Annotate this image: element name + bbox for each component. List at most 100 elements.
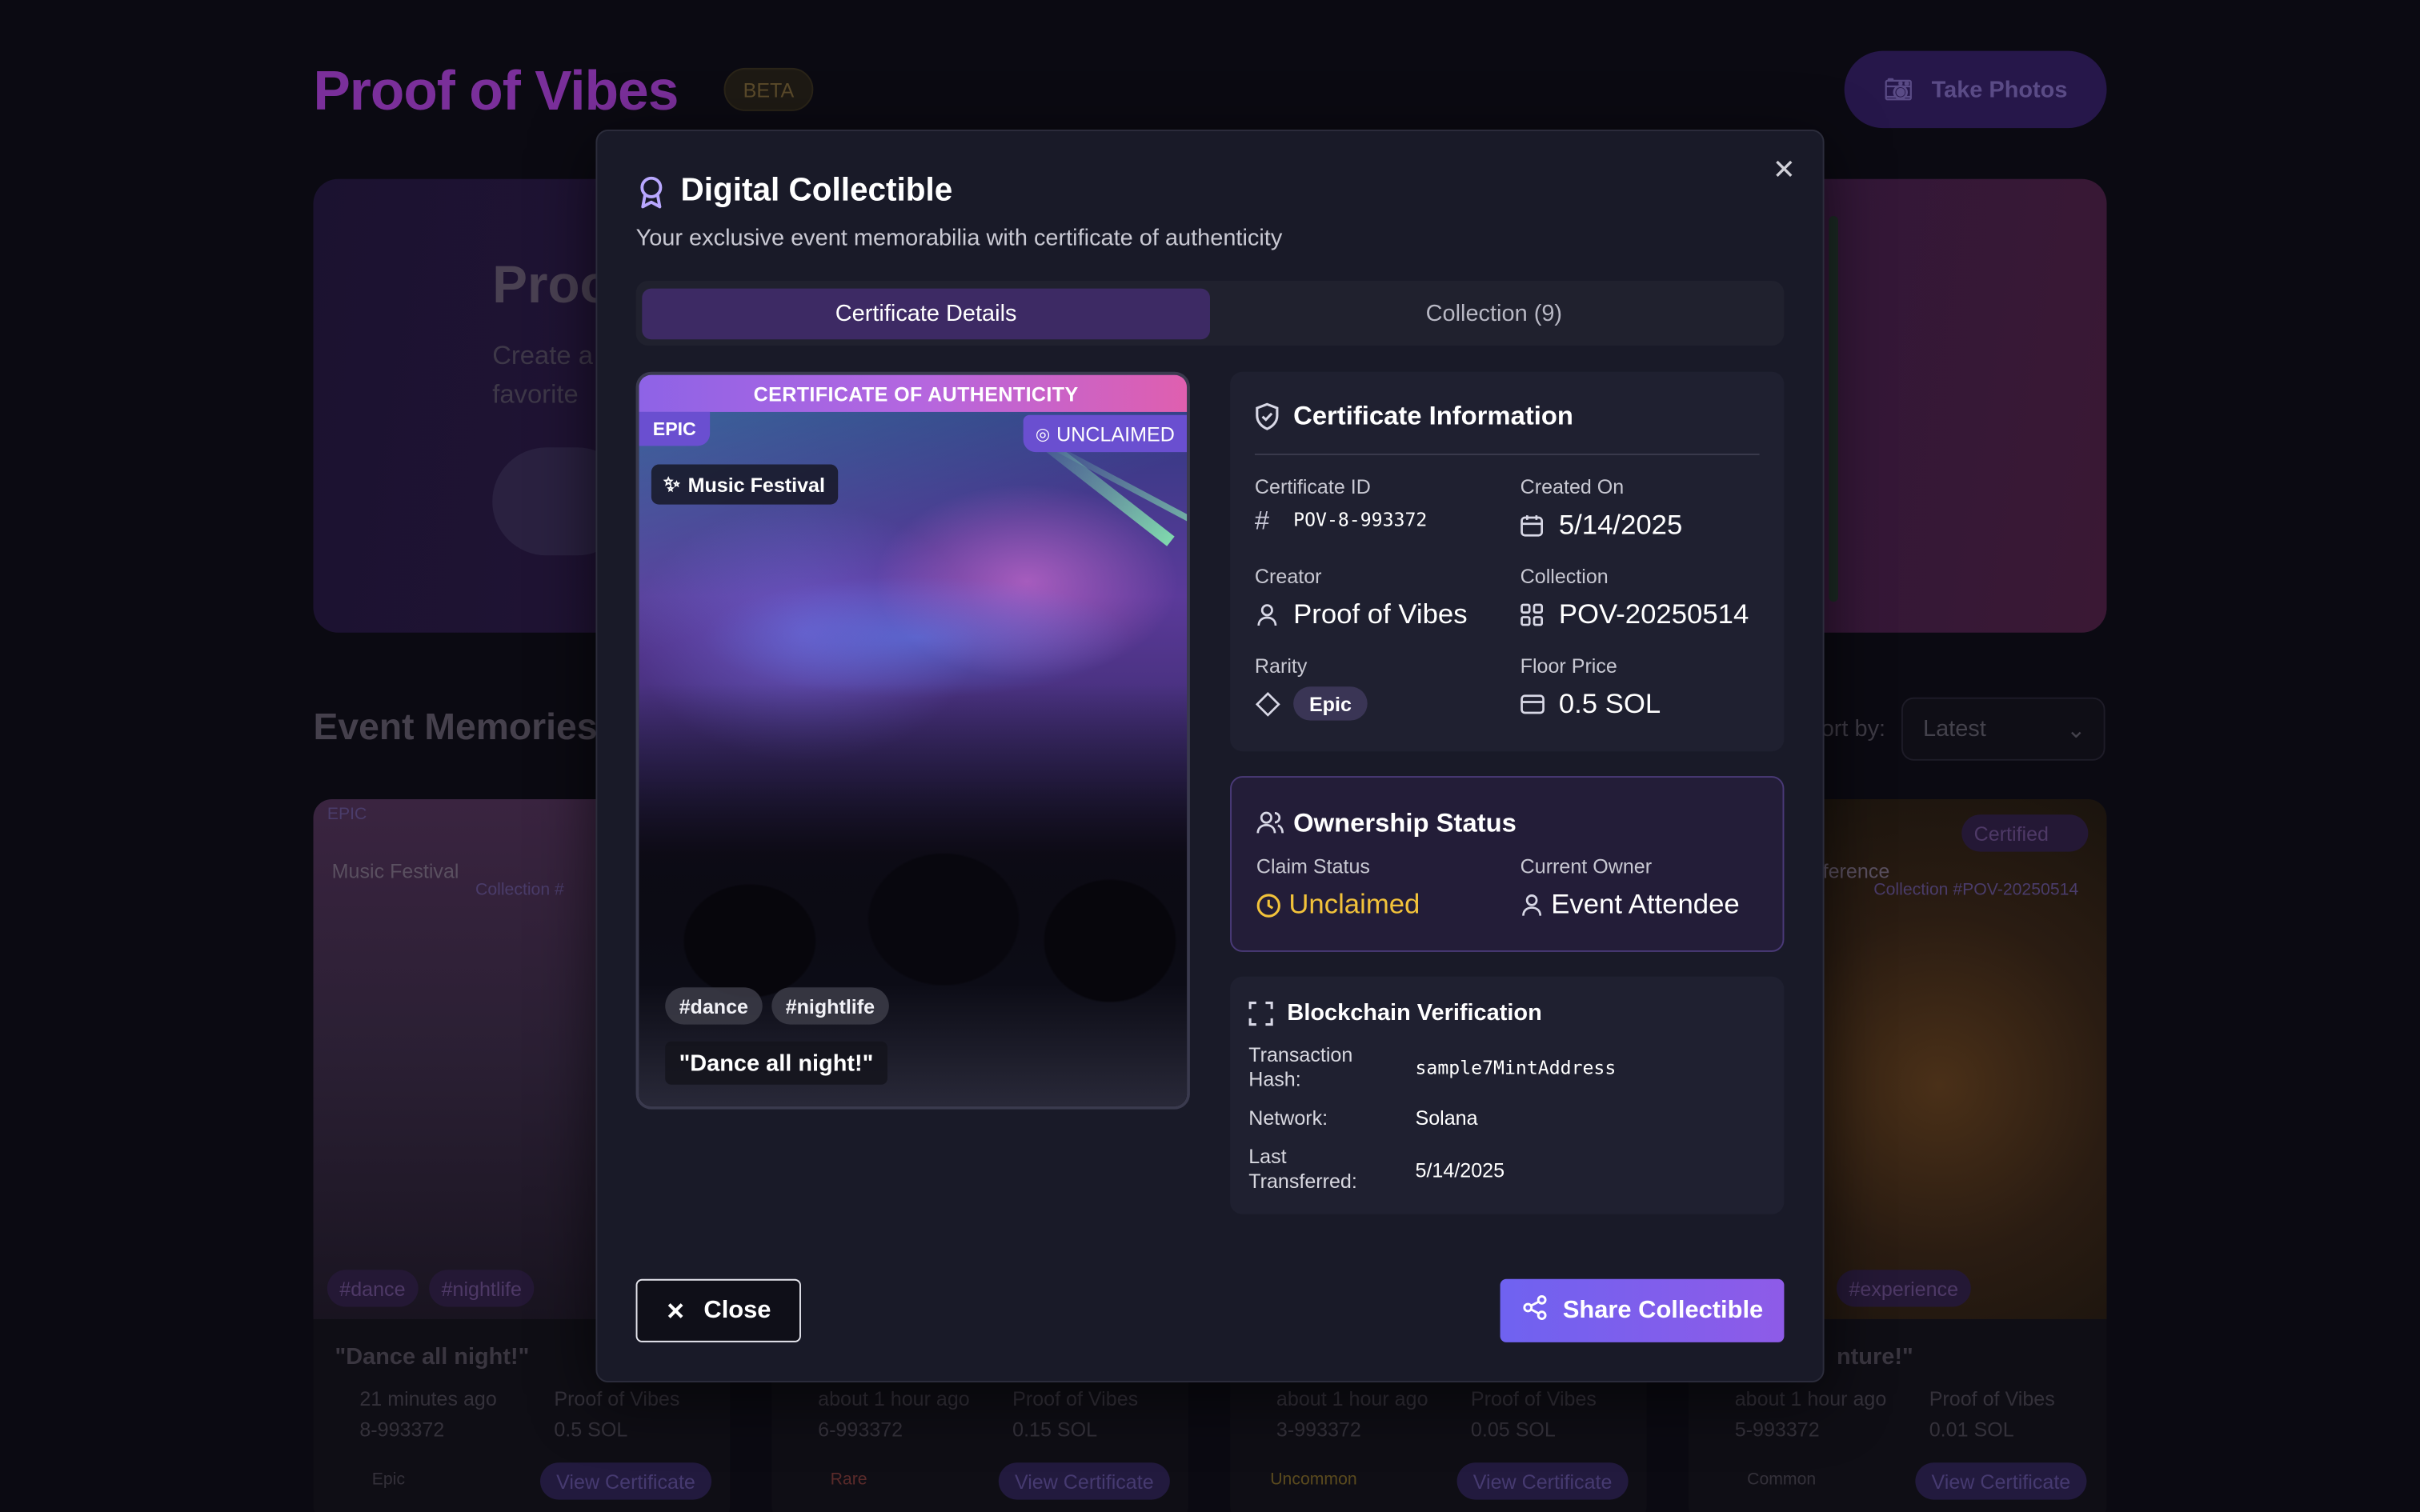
rarity-badge: EPIC (639, 411, 711, 446)
card-time: about 1 hour ago (1734, 1386, 1887, 1410)
modal-title: Digital Collectible (680, 172, 953, 209)
close-label: Close (703, 1296, 771, 1323)
users-icon (1256, 810, 1284, 842)
sort-select[interactable]: Latest ⌄ (1901, 697, 2105, 761)
card-id: 6-993372 (818, 1418, 903, 1442)
card-caption: nture!" (1836, 1343, 1913, 1370)
collection-value: POV-20250514 (1558, 598, 1749, 630)
floor-price-value: 0.5 SOL (1558, 688, 1661, 719)
creator-value: Proof of Vibes (1293, 598, 1468, 630)
card-category: Music Festival (331, 859, 459, 883)
shield-check-icon (1255, 402, 1280, 438)
card-tag: #dance (327, 1270, 418, 1307)
camera-icon: 📷︎ (1883, 77, 1913, 104)
tab-certificate-details[interactable]: Certificate Details (642, 288, 1210, 340)
view-certificate-button[interactable]: View Certificate (539, 1462, 712, 1500)
transaction-hash-label: Transaction Hash: (1248, 1042, 1353, 1091)
card-category: ference (1822, 859, 1890, 883)
award-icon (637, 176, 665, 218)
card-time: 21 minutes ago (359, 1386, 497, 1410)
sparkles-icon: ✨︎ (663, 472, 680, 496)
card-creator: Proof of Vibes (1470, 1386, 1597, 1410)
claim-status-value: Unclaimed (1288, 888, 1420, 920)
share-icon (1521, 1294, 1548, 1327)
certificate-banner: CERTIFICATE OF AUTHENTICITY (639, 374, 1188, 412)
card-caption: "Dance all night!" (335, 1343, 530, 1370)
created-on-value: 5/14/2025 (1558, 509, 1683, 540)
card-rarity: EPIC (327, 805, 367, 824)
last-transferred-value: 5/14/2025 (1415, 1158, 1505, 1182)
current-owner-label: Current Owner (1520, 854, 1653, 878)
hash-icon: # (1254, 506, 1270, 536)
card-id: 8-993372 (359, 1418, 445, 1442)
card-id: 3-993372 (1276, 1418, 1361, 1442)
card-rarity-badge: Common (1747, 1470, 1817, 1490)
category-label: Music Festival (687, 473, 825, 497)
network-value: Solana (1415, 1106, 1478, 1130)
card-time: about 1 hour ago (1276, 1386, 1428, 1410)
credit-card-icon (1521, 694, 1545, 722)
grid-icon (1521, 603, 1544, 634)
stage-light (700, 575, 1133, 699)
card-rarity-badge: Uncommon (1270, 1470, 1357, 1490)
hero-subtitle: Create a favorite (492, 341, 593, 410)
card-price: 0.15 SOL (1012, 1418, 1098, 1442)
view-certificate-button[interactable]: View Certificate (1915, 1462, 2087, 1500)
certificate-id-label: Certificate ID (1254, 474, 1371, 498)
certified-badge: Certified (1961, 814, 2089, 852)
rarity-pill: Epic (1293, 686, 1368, 721)
transaction-hash-value: sample7MintAddress (1415, 1057, 1617, 1079)
beta-badge: BETA (723, 67, 814, 111)
scan-icon (1248, 1002, 1273, 1034)
certificate-id-value: POV-8-993372 (1293, 509, 1428, 531)
certificate-card: CERTIFICATE OF AUTHENTICITY EPIC ◎ UNCLA… (635, 371, 1190, 1110)
tag-chip: #dance (665, 987, 763, 1025)
card-creator: Proof of Vibes (1929, 1386, 2055, 1410)
card-price: 0.5 SOL (554, 1418, 628, 1442)
sort-value: Latest (1922, 715, 1986, 742)
hero-title: Proo (492, 256, 612, 315)
chevron-down-icon: ⌄ (2066, 716, 2086, 743)
take-photos-button[interactable]: 📷︎ Take Photos (1844, 50, 2107, 129)
blockchain-title: Blockchain Verification (1287, 999, 1542, 1026)
user-icon (1522, 894, 1542, 925)
card-rarity-badge: Rare (830, 1470, 867, 1490)
card-price: 0.05 SOL (1470, 1418, 1556, 1442)
unclaimed-badge: ◎ UNCLAIMED (1023, 414, 1188, 453)
card-rarity-badge: Epic (371, 1470, 406, 1490)
unclaimed-label: UNCLAIMED (1056, 422, 1175, 446)
card-creator: Proof of Vibes (1012, 1386, 1139, 1410)
caption-quote: "Dance all night!" (665, 1041, 887, 1085)
brand-title: Proof of Vibes (313, 58, 679, 122)
share-collectible-button[interactable]: Share Collectible (1500, 1278, 1785, 1342)
hero-image (1829, 215, 1838, 602)
view-certificate-button[interactable]: View Certificate (1456, 1462, 1629, 1500)
share-label: Share Collectible (1562, 1296, 1764, 1323)
divider (1254, 453, 1760, 455)
card-collection: Collection #POV-20250514 (1873, 881, 2079, 900)
calendar-icon (1521, 514, 1544, 545)
card-collection: Collection # (475, 881, 564, 900)
card-creator: Proof of Vibes (554, 1386, 680, 1410)
section-title: Event Memories (313, 706, 598, 749)
close-icon[interactable]: ✕ (1769, 154, 1800, 186)
created-on-label: Created On (1520, 474, 1625, 498)
user-icon (1256, 603, 1278, 634)
view-certificate-button[interactable]: View Certificate (998, 1462, 1170, 1500)
modal-subtitle: Your exclusive event memorabilia with ce… (635, 225, 1283, 252)
gem-icon (1255, 691, 1281, 725)
card-tag: #experience (1836, 1270, 1971, 1307)
tab-collection[interactable]: Collection (9) (1210, 289, 1778, 340)
card-time: about 1 hour ago (818, 1386, 970, 1410)
card-id: 5-993372 (1734, 1418, 1820, 1442)
card-price: 0.01 SOL (1929, 1418, 2014, 1442)
rarity-label: Rarity (1254, 654, 1308, 678)
clock-icon (1256, 894, 1281, 926)
category-badge: ✨︎ Music Festival (651, 464, 838, 505)
network-label: Network: (1248, 1106, 1328, 1130)
last-transferred-label: Last Transferred: (1248, 1144, 1357, 1193)
close-button[interactable]: ✕ Close (635, 1278, 801, 1342)
close-icon: ✕ (666, 1298, 686, 1325)
floor-price-label: Floor Price (1520, 654, 1617, 678)
take-photos-label: Take Photos (1931, 76, 2068, 103)
